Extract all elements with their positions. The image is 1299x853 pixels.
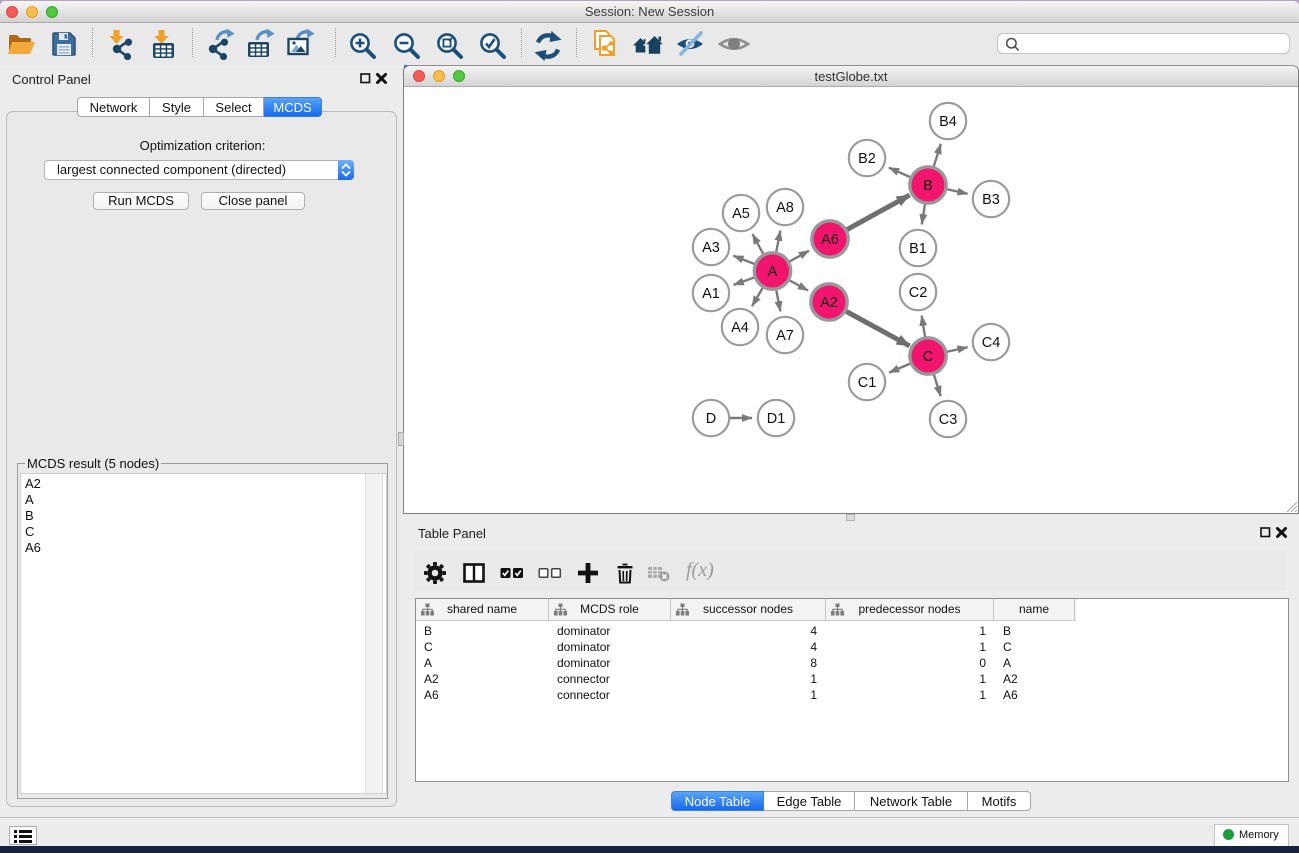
svg-text:A5: A5: [732, 206, 750, 222]
svg-text:A7: A7: [776, 328, 794, 344]
svg-text:A8: A8: [776, 200, 794, 216]
svg-text:A2: A2: [820, 295, 838, 311]
svg-text:C1: C1: [858, 375, 877, 391]
svg-text:B: B: [923, 178, 933, 194]
svg-text:B3: B3: [982, 192, 1000, 208]
svg-text:C2: C2: [909, 285, 928, 301]
svg-text:C: C: [923, 349, 933, 365]
svg-text:A4: A4: [731, 320, 749, 336]
svg-text:C4: C4: [982, 335, 1001, 351]
svg-text:B4: B4: [939, 114, 957, 130]
svg-text:D: D: [706, 411, 716, 427]
svg-text:D1: D1: [767, 411, 786, 427]
svg-text:A6: A6: [821, 232, 839, 248]
svg-text:A1: A1: [702, 286, 720, 302]
svg-text:B2: B2: [858, 151, 876, 167]
svg-text:B1: B1: [909, 241, 927, 257]
svg-text:A: A: [768, 264, 778, 280]
svg-text:A3: A3: [702, 240, 720, 256]
svg-text:C3: C3: [939, 412, 958, 428]
